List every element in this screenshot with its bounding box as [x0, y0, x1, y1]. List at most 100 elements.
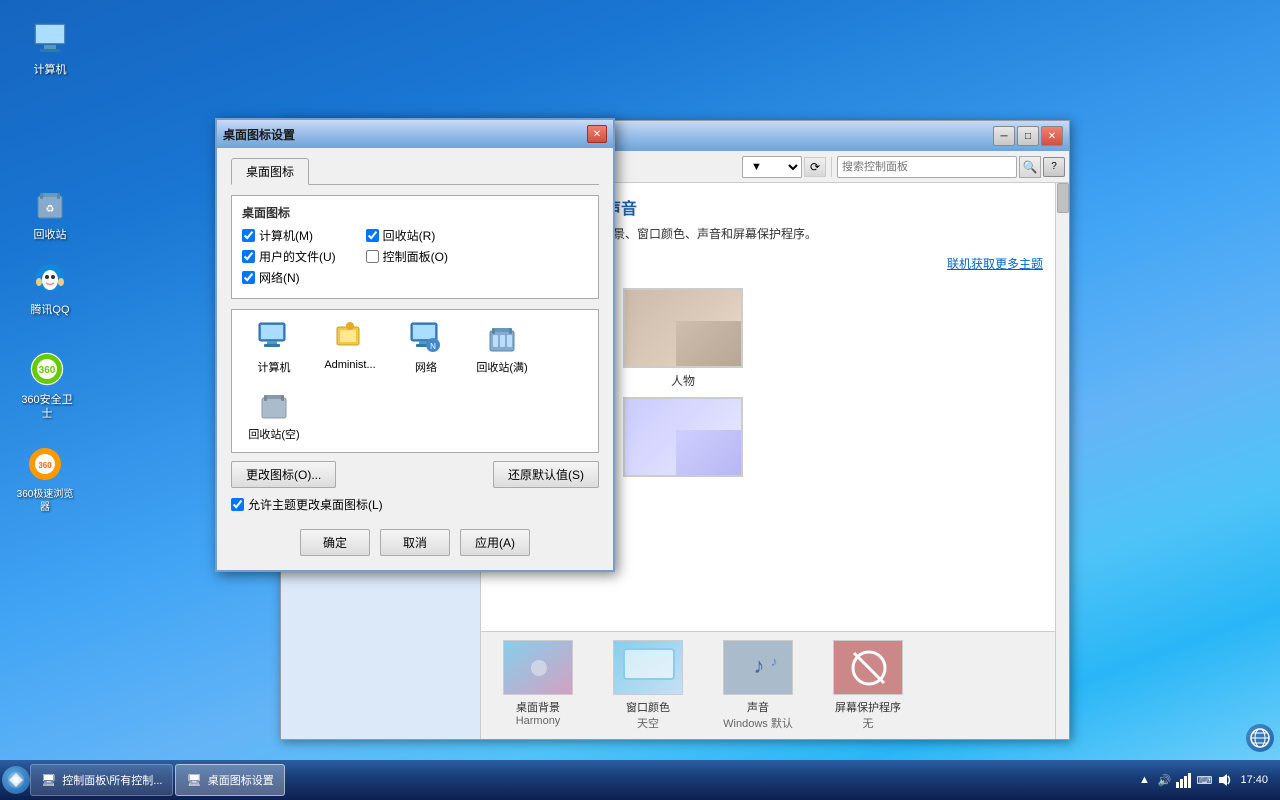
svg-text:♪: ♪ [771, 653, 778, 669]
recycle-icon: ♻ [30, 184, 70, 224]
restore-defaults-button[interactable]: 还原默认值(S) [493, 461, 599, 488]
icon-grid-item-computer[interactable]: 计算机 [238, 316, 310, 379]
dialog-tab: 桌面图标 [231, 158, 599, 185]
system-clock[interactable]: 17:40 [1236, 774, 1272, 786]
network-globe-icon[interactable] [1246, 724, 1274, 752]
screensaver-thumb [833, 640, 903, 695]
dialog-title: 桌面图标设置 [223, 126, 295, 143]
help-button[interactable]: ? [1043, 157, 1065, 177]
dialog-btn-row: 更改图标(O)... 还原默认值(S) [231, 461, 599, 488]
360browser-icon: 360 [25, 444, 65, 484]
theme-item-person[interactable]: 人物 [623, 288, 743, 389]
taskbar: 🖥 控制面板\所有控制... 🖥 桌面图标设置 ▲ 🔊 ⌨ [0, 760, 1280, 800]
grid-network-icon: N [408, 320, 444, 356]
view-dropdown[interactable]: ▼ [742, 156, 802, 178]
search-button[interactable]: 🔍 [1019, 156, 1041, 178]
dialog-body: 桌面图标 桌面图标 计算机(M) 用户的文件(U) [217, 148, 613, 570]
svg-text:♪: ♪ [754, 653, 765, 678]
cp-scrollbar[interactable] [1055, 183, 1069, 739]
checkbox-computer-label: 计算机(M) [259, 227, 313, 244]
desktop-icon-360safe[interactable]: 360 360安全卫士 [12, 345, 82, 426]
search-input[interactable] [837, 156, 1017, 178]
online-themes-link[interactable]: 联机获取更多主题 [947, 255, 1043, 272]
bottom-item-sound[interactable]: ♪ ♪ 声音 Windows 默认 [713, 640, 803, 731]
minimize-button[interactable]: ─ [993, 126, 1015, 146]
desktop-icon-computer[interactable]: 计算机 [15, 15, 85, 81]
sound-sublabel: Windows 默认 [723, 715, 793, 731]
grid-recycle-empty-icon [256, 387, 292, 423]
checkbox-userfiles[interactable]: 用户的文件(U) [242, 248, 336, 265]
desktop-icons-dialog: 桌面图标设置 ✕ 桌面图标 桌面图标 计算机(M) [215, 118, 615, 572]
svg-text:N: N [430, 342, 436, 351]
dialog-close-button[interactable]: ✕ [587, 125, 607, 143]
desktop-icon-qq[interactable]: 腾讯QQ [15, 255, 85, 321]
checkbox-controlpanel[interactable]: 控制面板(O) [366, 248, 448, 265]
checkbox-recycle-input[interactable] [366, 229, 379, 242]
change-icon-button[interactable]: 更改图标(O)... [231, 461, 336, 488]
checkbox-computer-input[interactable] [242, 229, 255, 242]
dialog-section: 桌面图标 计算机(M) 用户的文件(U) [231, 195, 599, 299]
grid-admin-label: Administ... [324, 359, 375, 371]
sound-thumb: ♪ ♪ [723, 640, 793, 695]
checkbox-network-input[interactable] [242, 271, 255, 284]
start-button[interactable] [2, 766, 30, 794]
refresh-button[interactable]: ⟳ [804, 157, 826, 177]
taskbar-items: 🖥 控制面板\所有控制... 🖥 桌面图标设置 [30, 764, 1130, 796]
taskbar-item-controlpanel[interactable]: 🖥 控制面板\所有控制... [30, 764, 173, 796]
close-button[interactable]: ✕ [1041, 126, 1063, 146]
grid-recycle-full-label: 回收站(满) [476, 359, 527, 375]
color-label: 窗口颜色 [626, 699, 670, 715]
bottom-item-screensaver[interactable]: 屏幕保护程序 无 [823, 640, 913, 731]
checkbox-controlpanel-input[interactable] [366, 250, 379, 263]
desktop-icon-recycle[interactable]: ♻ 回收站 [15, 180, 85, 246]
wallpaper-sublabel: Harmony [516, 715, 561, 727]
tray-speaker-icon[interactable] [1216, 772, 1232, 788]
qq-icon [30, 259, 70, 299]
checkbox-recycle[interactable]: 回收站(R) [366, 227, 448, 244]
bottom-item-color[interactable]: 窗口颜色 天空 [603, 640, 693, 731]
screensaver-label: 屏幕保护程序 [835, 699, 901, 715]
computer-icon-label: 计算机 [34, 63, 67, 77]
taskbar-item-dialog-label: 桌面图标设置 [208, 772, 274, 788]
color-sublabel: 天空 [637, 715, 659, 731]
allow-theme-checkbox[interactable] [231, 498, 244, 511]
icon-grid-item-recycle-full[interactable]: 回收站(满) [466, 316, 538, 379]
color-thumb [613, 640, 683, 695]
bottom-item-wallpaper[interactable]: 桌面背景 Harmony [493, 640, 583, 727]
taskbar-item-dialog[interactable]: 🖥 桌面图标设置 [175, 764, 284, 796]
icon-grid-item-network[interactable]: N 网络 [390, 316, 462, 379]
cp-window-controls: ─ □ ✕ [993, 126, 1063, 146]
grid-computer-label: 计算机 [258, 359, 291, 375]
360safe-icon-label: 360安全卫士 [16, 393, 78, 422]
360browser-icon-label: 360极速浏览器 [17, 488, 74, 514]
desktop-icon-360browser[interactable]: 360 360极速浏览器 [10, 440, 80, 518]
toolbar-separator2 [831, 157, 832, 177]
tab-desktop-icons[interactable]: 桌面图标 [231, 158, 309, 185]
apply-button[interactable]: 应用(A) [460, 529, 530, 556]
tray-volume-icon[interactable]: 🔊 [1156, 772, 1172, 788]
dialog-footer: 确定 取消 应用(A) [231, 523, 599, 560]
qq-icon-label: 腾讯QQ [30, 303, 69, 317]
bottom-row: 桌面背景 Harmony [481, 631, 1055, 739]
icon-grid-item-admin[interactable]: Administ... [314, 316, 386, 379]
checkbox-recycle-label: 回收站(R) [383, 227, 436, 244]
tray-keyboard-icon[interactable]: ⌨ [1196, 772, 1212, 788]
tray-network-icon[interactable] [1176, 772, 1192, 788]
theme-preview-soft [623, 397, 743, 477]
allow-theme-checkbox-row[interactable]: 允许主题更改桌面图标(L) [231, 496, 599, 513]
computer-icon [30, 19, 70, 59]
icon-grid: 计算机 Administ... [231, 309, 599, 453]
checkbox-userfiles-input[interactable] [242, 250, 255, 263]
maximize-button[interactable]: □ [1017, 126, 1039, 146]
checkbox-network-label: 网络(N) [259, 269, 300, 286]
grid-recycle-empty-label: 回收站(空) [248, 426, 299, 442]
theme-item-soft[interactable] [623, 397, 743, 481]
wallpaper-thumb [503, 640, 573, 695]
checkbox-network[interactable]: 网络(N) [242, 269, 336, 286]
ok-button[interactable]: 确定 [300, 529, 370, 556]
svg-text:♻: ♻ [46, 204, 55, 215]
icon-grid-item-recycle-empty[interactable]: 回收站(空) [238, 383, 310, 446]
checkbox-computer[interactable]: 计算机(M) [242, 227, 336, 244]
tray-arrow-icon[interactable]: ▲ [1136, 772, 1152, 788]
cancel-button[interactable]: 取消 [380, 529, 450, 556]
